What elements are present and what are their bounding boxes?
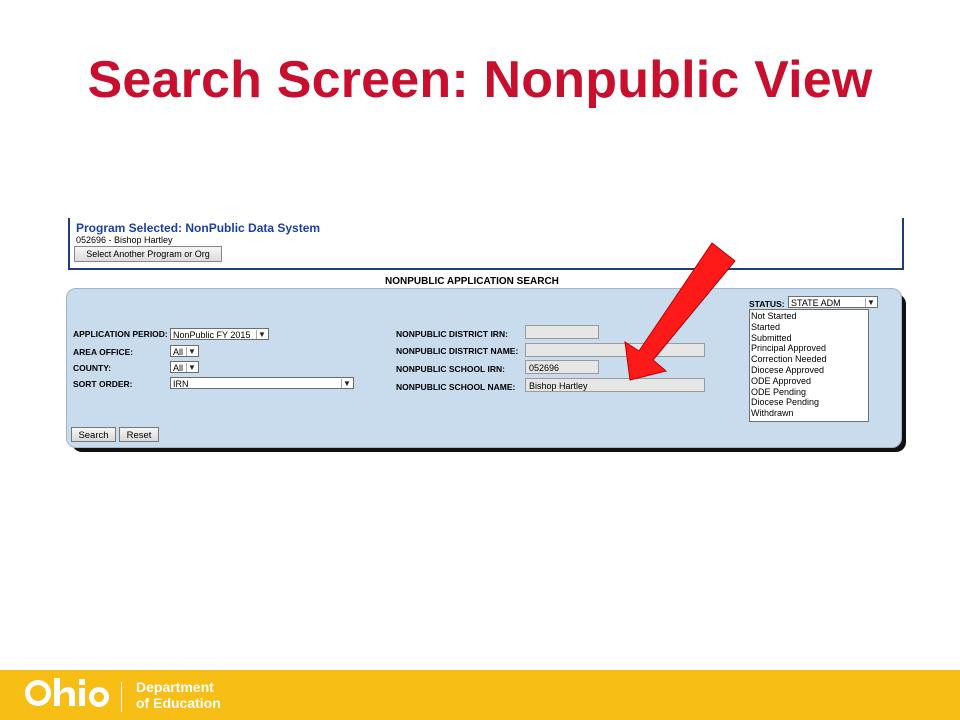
department-line1: Department xyxy=(136,679,214,695)
footer-divider xyxy=(121,682,122,712)
department-name: Department of Education xyxy=(136,679,221,711)
department-line2: of Education xyxy=(136,695,221,711)
annotation-arrow-icon xyxy=(624,242,736,381)
ohio-logo-icon xyxy=(25,678,110,707)
